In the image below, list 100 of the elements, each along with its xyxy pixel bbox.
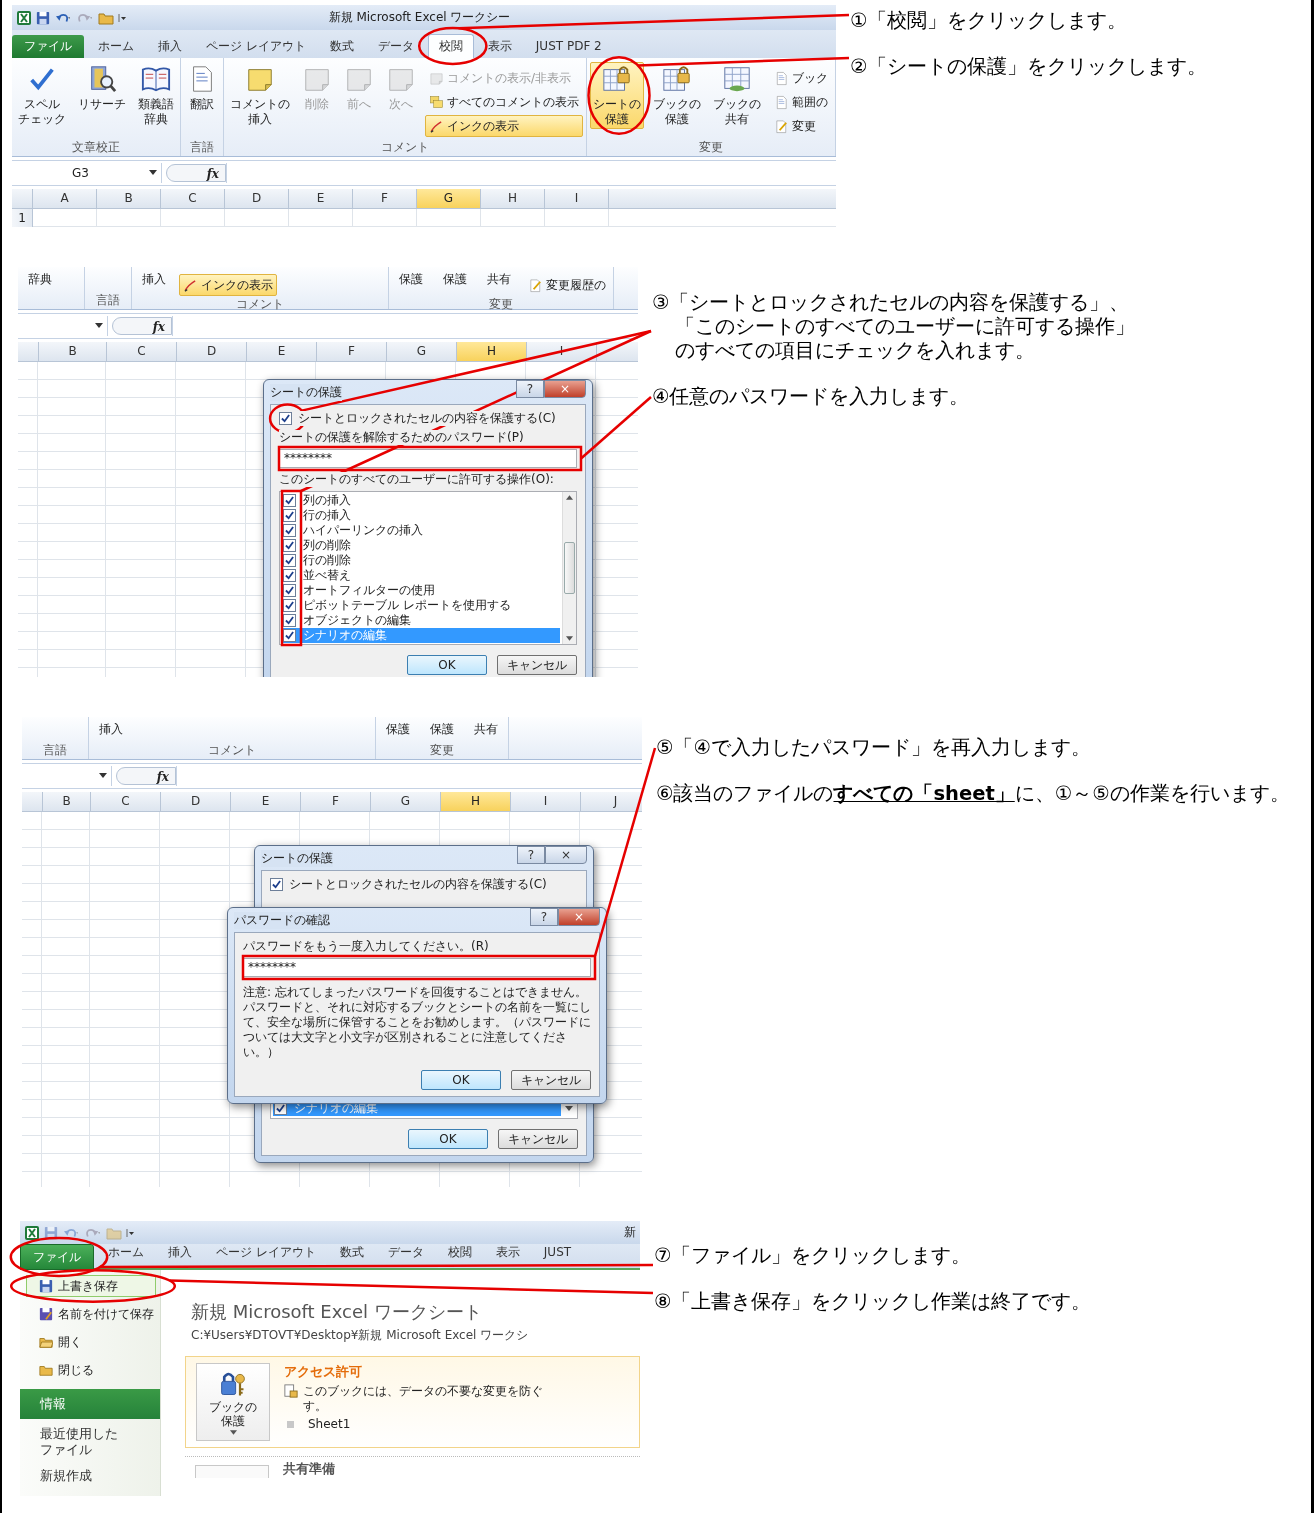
checkbox[interactable] <box>283 539 296 552</box>
ok-button[interactable]: OK <box>421 1070 501 1090</box>
column-header[interactable]: I <box>545 189 609 208</box>
cancel-button[interactable]: キャンセル <box>497 655 577 675</box>
ribbon-button[interactable]: コメントの 挿入 <box>227 62 293 129</box>
checkbox[interactable] <box>270 878 283 891</box>
ribbon-tab[interactable]: 表示 <box>477 35 522 58</box>
ribbon-button[interactable]: 辞典 <box>21 269 59 290</box>
checkbox[interactable] <box>283 494 296 507</box>
ribbon-tab[interactable]: データ <box>377 1244 434 1261</box>
ok-button[interactable]: OK <box>407 655 487 675</box>
menu-command[interactable]: 閉じる <box>26 1359 156 1381</box>
ribbon-button[interactable]: インクの表示 <box>179 274 277 296</box>
column-header[interactable]: E <box>231 792 301 811</box>
checkbox[interactable] <box>283 569 296 582</box>
ribbon-button[interactable]: 共有 <box>480 269 518 290</box>
row-header[interactable]: 1 <box>12 209 32 227</box>
name-box[interactable]: G3 <box>12 163 162 183</box>
ribbon-button[interactable]: 保護 <box>423 719 461 740</box>
column-header[interactable]: H <box>457 342 527 361</box>
ribbon-tab[interactable]: 校閲 <box>427 34 474 58</box>
checkbox[interactable] <box>283 554 296 567</box>
column-header[interactable]: B <box>97 189 161 208</box>
checkbox[interactable] <box>283 599 296 612</box>
ribbon-button[interactable]: インクの表示 <box>425 115 583 137</box>
permission-item[interactable]: 列の挿入 <box>282 493 560 508</box>
menu-page-tab[interactable]: 情報 <box>20 1389 160 1419</box>
file-tab[interactable]: ファイル <box>20 1244 94 1270</box>
ribbon-tab[interactable]: ページ レイアウト <box>206 1244 326 1261</box>
column-header[interactable]: D <box>225 189 289 208</box>
permission-item[interactable]: 並べ替え <box>282 568 560 583</box>
ribbon-tab[interactable]: ホーム <box>98 1244 154 1261</box>
help-button[interactable]: ? <box>516 380 544 398</box>
permission-item[interactable]: ピボットテーブル レポートを使用する <box>282 598 560 613</box>
ribbon-tab[interactable]: 挿入 <box>158 1244 202 1261</box>
ribbon-button[interactable]: 翻訳 <box>184 62 220 114</box>
column-header[interactable]: E <box>247 342 317 361</box>
help-button[interactable]: ? <box>530 908 558 926</box>
function-button[interactable]: fx <box>112 317 172 335</box>
checkbox[interactable] <box>283 629 296 642</box>
checkbox[interactable] <box>283 614 296 627</box>
ribbon-button[interactable]: スペル チェック <box>15 62 69 129</box>
column-header[interactable]: H <box>441 792 511 811</box>
ribbon-button[interactable]: すべてのコメントの表示 <box>425 91 583 113</box>
protect-workbook-button[interactable]: ブックの 保護 <box>196 1363 270 1441</box>
ribbon-button[interactable]: 挿入 <box>92 719 130 740</box>
column-header[interactable]: J <box>581 792 642 811</box>
scrollbar[interactable] <box>562 492 576 644</box>
cancel-button[interactable]: キャンセル <box>511 1070 591 1090</box>
column-header[interactable]: F <box>317 342 387 361</box>
ribbon-tab[interactable]: 挿入 <box>148 35 192 58</box>
ribbon-button[interactable]: ブックの 共有 <box>710 62 764 129</box>
ribbon-button[interactable]: 保護 <box>436 269 474 290</box>
column-header[interactable]: C <box>91 792 161 811</box>
ribbon-button[interactable]: 挿入 <box>135 269 173 290</box>
ribbon-tab[interactable]: ページ レイアウト <box>196 35 316 58</box>
ribbon-button[interactable]: 範囲の <box>770 91 832 113</box>
column-header[interactable]: A <box>33 189 97 208</box>
column-header[interactable]: C <box>107 342 177 361</box>
menu-command[interactable]: 名前を付けて保存 <box>26 1303 156 1325</box>
ribbon-button[interactable]: リサーチ <box>75 62 129 114</box>
ribbon-button[interactable]: シートの 保護 <box>590 62 644 129</box>
column-header[interactable]: B <box>39 342 107 361</box>
ribbon-button[interactable]: ブック <box>770 67 832 89</box>
column-header[interactable]: F <box>301 792 371 811</box>
permission-item[interactable]: 行の削除 <box>282 553 560 568</box>
permission-item[interactable]: オートフィルターの使用 <box>282 583 560 598</box>
ribbon-tab[interactable]: JUST <box>533 1244 582 1261</box>
ok-button[interactable]: OK <box>408 1129 488 1149</box>
checkbox[interactable] <box>283 509 296 522</box>
ribbon-tab[interactable]: 表示 <box>485 1244 530 1261</box>
help-button[interactable]: ? <box>517 846 545 864</box>
close-button[interactable]: × <box>545 846 587 864</box>
column-header[interactable]: E <box>289 189 353 208</box>
column-header[interactable]: B <box>43 792 91 811</box>
file-tab[interactable]: ファイル <box>12 35 84 58</box>
checkbox[interactable] <box>283 584 296 597</box>
checkbox[interactable] <box>283 524 296 537</box>
ribbon-button[interactable]: 保護 <box>392 269 430 290</box>
function-button[interactable]: fx <box>116 767 176 785</box>
ribbon-button[interactable]: 類義語 辞典 <box>135 62 177 129</box>
cancel-button[interactable]: キャンセル <box>498 1129 578 1149</box>
menu-command[interactable]: 開く <box>26 1331 156 1353</box>
menu-page-tab[interactable]: 最近使用した ファイル <box>20 1421 160 1463</box>
ribbon-button[interactable]: 共有 <box>467 719 505 740</box>
ribbon-tab[interactable]: データ <box>367 35 424 58</box>
ribbon-tab[interactable]: 数式 <box>319 35 364 58</box>
menu-page-tab[interactable]: 新規作成 <box>20 1463 160 1489</box>
menu-command[interactable]: 上書き保存 <box>26 1275 156 1297</box>
column-header[interactable]: I <box>511 792 581 811</box>
checkbox[interactable] <box>279 412 292 425</box>
column-header[interactable]: D <box>161 792 231 811</box>
column-header[interactable]: C <box>161 189 225 208</box>
password-field[interactable]: ******** <box>243 958 591 977</box>
permission-item[interactable]: 行の挿入 <box>282 508 560 523</box>
ribbon-tab[interactable]: JUST PDF 2 <box>525 35 612 58</box>
ribbon-button[interactable]: 保護 <box>379 719 417 740</box>
ribbon-button[interactable]: 変更 <box>770 115 832 137</box>
function-button[interactable]: fx <box>166 164 226 182</box>
password-field[interactable]: ******** <box>279 449 577 468</box>
